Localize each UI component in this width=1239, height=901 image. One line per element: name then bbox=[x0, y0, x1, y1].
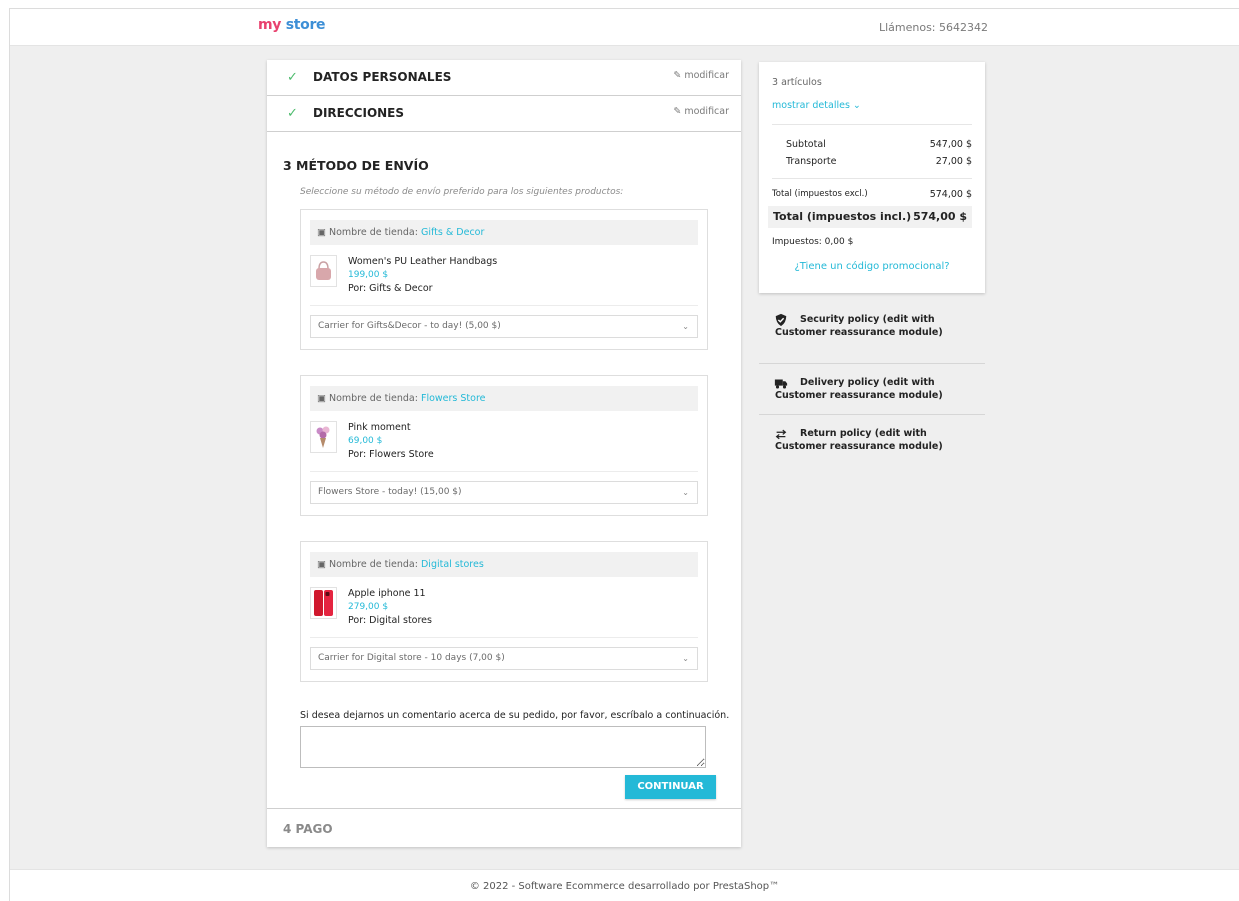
product-seller: Por: Flowers Store bbox=[348, 449, 434, 460]
total-incl-value: 574,00 $ bbox=[913, 210, 967, 223]
show-details-label: mostrar detalles bbox=[772, 100, 850, 111]
seller-store-link[interactable]: Gifts & Decor bbox=[421, 227, 484, 238]
product-thumbnail[interactable] bbox=[310, 421, 337, 453]
subtotal-label: Subtotal bbox=[786, 139, 826, 150]
product-seller: Por: Gifts & Decor bbox=[348, 283, 433, 294]
reassurance-delivery: Delivery policy (edit with Customer reas… bbox=[759, 365, 985, 415]
logo-part-2: store bbox=[285, 17, 326, 33]
items-count: 3 artículos bbox=[772, 77, 822, 88]
promo-code-link[interactable]: ¿Tiene un código promocional? bbox=[759, 261, 985, 272]
total-incl-label: Total (impuestos incl.) bbox=[773, 210, 912, 223]
continue-button[interactable]: CONTINUAR bbox=[625, 775, 716, 799]
site-footer: © 2022 - Software Ecommerce desarrollado… bbox=[10, 869, 1239, 901]
total-incl-row: Total (impuestos incl.) 574,00 $ bbox=[768, 206, 972, 228]
product-thumbnail[interactable] bbox=[310, 587, 337, 619]
divider bbox=[310, 637, 698, 638]
call-us-text: Llámenos: 5642342 bbox=[878, 21, 988, 34]
edit-link[interactable]: ✎ modificar bbox=[673, 70, 729, 81]
step-title: 4 PAGO bbox=[283, 822, 333, 836]
edit-label: modificar bbox=[684, 106, 729, 117]
pencil-icon: ✎ bbox=[673, 70, 685, 81]
step-shipping-title: 3 MÉTODO DE ENVÍO bbox=[283, 158, 429, 173]
seller-store-link[interactable]: Digital stores bbox=[421, 559, 484, 570]
product-name[interactable]: Women's PU Leather Handbags bbox=[348, 256, 497, 267]
chevron-down-icon: ⌄ bbox=[852, 100, 861, 111]
chevron-down-icon: ⌄ bbox=[682, 322, 689, 331]
carrier-select[interactable]: Carrier for Digital store - 10 days (7,0… bbox=[310, 647, 698, 670]
checkout-steps-panel: ✓ DATOS PERSONALES ✎ modificar ✓ DIRECCI… bbox=[267, 60, 741, 847]
step-payment[interactable]: 4 PAGO bbox=[267, 808, 741, 847]
chevron-down-icon: ⌄ bbox=[682, 654, 689, 663]
seller-header: ▣ Nombre de tienda: Digital stores bbox=[310, 552, 698, 577]
step-addresses[interactable]: ✓ DIRECCIONES ✎ modificar bbox=[267, 96, 741, 132]
store-label: Nombre de tienda: bbox=[329, 559, 418, 570]
store-label: Nombre de tienda: bbox=[329, 393, 418, 404]
divider bbox=[310, 471, 698, 472]
divider bbox=[772, 124, 972, 125]
reassurance-return: Return policy (edit with Customer reassu… bbox=[759, 416, 985, 460]
shipping-value: 27,00 $ bbox=[935, 156, 972, 167]
bouquet-image bbox=[316, 426, 330, 448]
seller-block-flowers-store: ▣ Nombre de tienda: Flowers Store Pink m… bbox=[300, 375, 708, 516]
reassurance-text: Delivery policy (edit with Customer reas… bbox=[775, 377, 943, 401]
product-seller: Por: Digital stores bbox=[348, 615, 432, 626]
reassurance-security: Security policy (edit with Customer reas… bbox=[759, 313, 985, 364]
site-header: my store Llámenos: 5642342 bbox=[10, 9, 1239, 46]
divider bbox=[310, 305, 698, 306]
seller-block-gifts-decor: ▣ Nombre de tienda: Gifts & Decor Women'… bbox=[300, 209, 708, 350]
shop-icon: ▣ bbox=[317, 393, 329, 404]
carrier-select-value: Carrier for Digital store - 10 days (7,0… bbox=[318, 653, 505, 663]
page-frame: my store Llámenos: 5642342 ✓ DATOS PERSO… bbox=[9, 8, 1239, 901]
reassurance-text: Return policy (edit with Customer reassu… bbox=[775, 428, 943, 452]
carrier-select[interactable]: Carrier for Gifts&Decor - to day! (5,00 … bbox=[310, 315, 698, 338]
product-name[interactable]: Pink moment bbox=[348, 422, 411, 433]
product-thumbnail[interactable] bbox=[310, 255, 337, 287]
reassurance-text: Security policy (edit with Customer reas… bbox=[775, 314, 943, 338]
chevron-down-icon: ⌄ bbox=[682, 488, 689, 497]
product-price: 199,00 $ bbox=[348, 270, 389, 280]
step-title: DATOS PERSONALES bbox=[313, 70, 452, 84]
carrier-select-value: Carrier for Gifts&Decor - to day! (5,00 … bbox=[318, 321, 501, 331]
edit-link[interactable]: ✎ modificar bbox=[673, 106, 729, 117]
show-details-link[interactable]: mostrar detalles ⌄ bbox=[772, 100, 861, 111]
seller-store-link[interactable]: Flowers Store bbox=[421, 393, 486, 404]
logo-part-1: my bbox=[258, 17, 282, 33]
taxes-text: Impuestos: 0,00 $ bbox=[772, 237, 854, 247]
total-excl-label: Total (impuestos excl.) bbox=[772, 189, 868, 199]
seller-header: ▣ Nombre de tienda: Gifts & Decor bbox=[310, 220, 698, 245]
check-icon: ✓ bbox=[287, 70, 298, 85]
seller-header: ▣ Nombre de tienda: Flowers Store bbox=[310, 386, 698, 411]
step-title: DIRECCIONES bbox=[313, 106, 405, 120]
product-price: 279,00 $ bbox=[348, 602, 389, 612]
comment-label: Si desea dejarnos un comentario acerca d… bbox=[300, 710, 730, 721]
edit-label: modificar bbox=[684, 70, 729, 81]
iphone-image bbox=[314, 590, 333, 616]
shop-icon: ▣ bbox=[317, 559, 329, 570]
product-price: 69,00 $ bbox=[348, 436, 383, 446]
handbag-image bbox=[316, 261, 331, 280]
subtotal-value: 547,00 $ bbox=[929, 139, 972, 150]
divider bbox=[772, 178, 972, 179]
shipping-intro-text: Seleccione su método de envío preferido … bbox=[300, 187, 624, 197]
total-excl-value: 574,00 $ bbox=[929, 189, 972, 200]
order-comment-textarea[interactable] bbox=[300, 726, 706, 768]
store-logo[interactable]: my store bbox=[258, 17, 326, 33]
check-icon: ✓ bbox=[287, 106, 298, 121]
step-personal-data[interactable]: ✓ DATOS PERSONALES ✎ modificar bbox=[267, 60, 741, 96]
shipping-label: Transporte bbox=[786, 156, 837, 167]
pencil-icon: ✎ bbox=[673, 106, 685, 117]
store-label: Nombre de tienda: bbox=[329, 227, 418, 238]
seller-block-digital-stores: ▣ Nombre de tienda: Digital stores Apple… bbox=[300, 541, 708, 682]
shop-icon: ▣ bbox=[317, 227, 329, 238]
carrier-select[interactable]: Flowers Store - today! (15,00 $) ⌄ bbox=[310, 481, 698, 504]
product-name[interactable]: Apple iphone 11 bbox=[348, 588, 426, 599]
cart-summary: 3 artículos mostrar detalles ⌄ Subtotal … bbox=[759, 62, 985, 293]
carrier-select-value: Flowers Store - today! (15,00 $) bbox=[318, 487, 462, 497]
